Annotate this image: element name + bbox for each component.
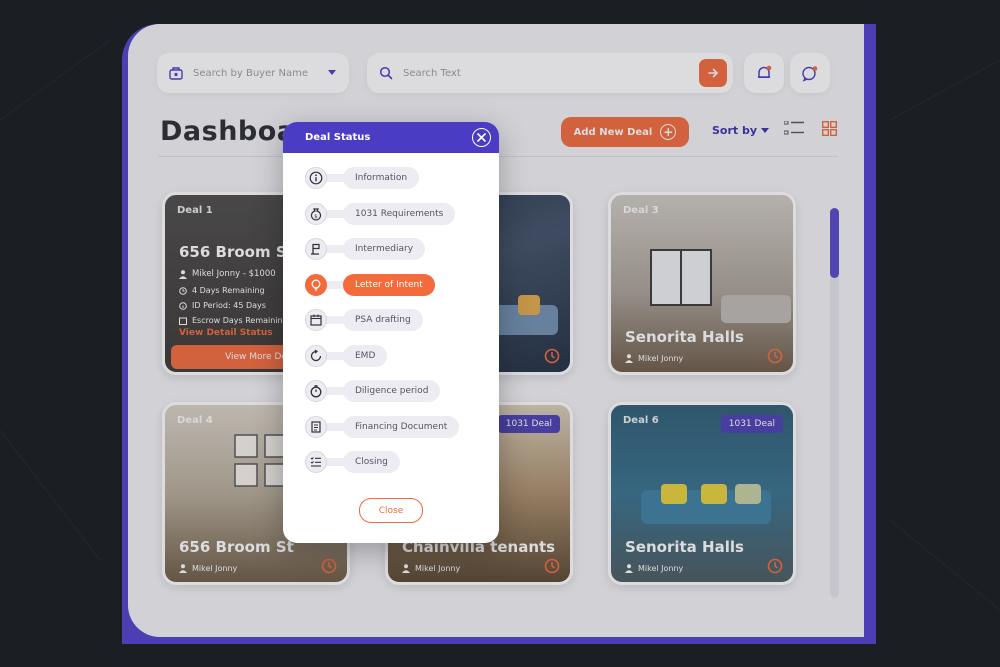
flag-icon bbox=[305, 238, 327, 260]
modal-header: Deal Status bbox=[283, 122, 499, 153]
close-button[interactable]: Close bbox=[359, 498, 423, 523]
step-label: PSA drafting bbox=[343, 309, 423, 331]
step-label: Intermediary bbox=[343, 238, 426, 260]
lightbulb-icon bbox=[305, 274, 327, 296]
step-label: Closing bbox=[343, 451, 400, 473]
step-closing[interactable]: Closing bbox=[305, 451, 400, 473]
svg-text:$: $ bbox=[314, 214, 317, 220]
step-label: 1031 Requirements bbox=[343, 203, 456, 225]
step-information[interactable]: Information bbox=[305, 167, 420, 189]
calendar-icon bbox=[305, 309, 327, 331]
x-icon bbox=[477, 133, 486, 142]
step-1031-requirements[interactable]: $ 1031 Requirements bbox=[305, 203, 456, 225]
deal-status-modal: Deal Status Information $ 1031 Requireme… bbox=[283, 122, 499, 543]
modal-title: Deal Status bbox=[305, 132, 371, 143]
step-diligence-period[interactable]: Diligence period bbox=[305, 380, 441, 402]
step-label: Letter of Intent bbox=[343, 274, 435, 296]
step-label: EMD bbox=[343, 345, 388, 367]
cycle-icon bbox=[305, 345, 327, 367]
step-intermediary[interactable]: Intermediary bbox=[305, 238, 426, 260]
checklist-icon bbox=[305, 451, 327, 473]
step-financing-document[interactable]: Financing Document bbox=[305, 416, 460, 438]
step-letter-of-intent[interactable]: Letter of Intent bbox=[305, 274, 435, 296]
step-label: Diligence period bbox=[343, 380, 441, 402]
step-label: Information bbox=[343, 167, 420, 189]
info-icon bbox=[305, 167, 327, 189]
money-bag-icon: $ bbox=[305, 203, 327, 225]
step-label: Financing Document bbox=[343, 416, 460, 438]
document-icon bbox=[305, 416, 327, 438]
step-emd[interactable]: EMD bbox=[305, 345, 388, 367]
step-psa-drafting[interactable]: PSA drafting bbox=[305, 309, 423, 331]
stopwatch-icon bbox=[305, 380, 327, 402]
close-icon[interactable] bbox=[472, 128, 491, 147]
